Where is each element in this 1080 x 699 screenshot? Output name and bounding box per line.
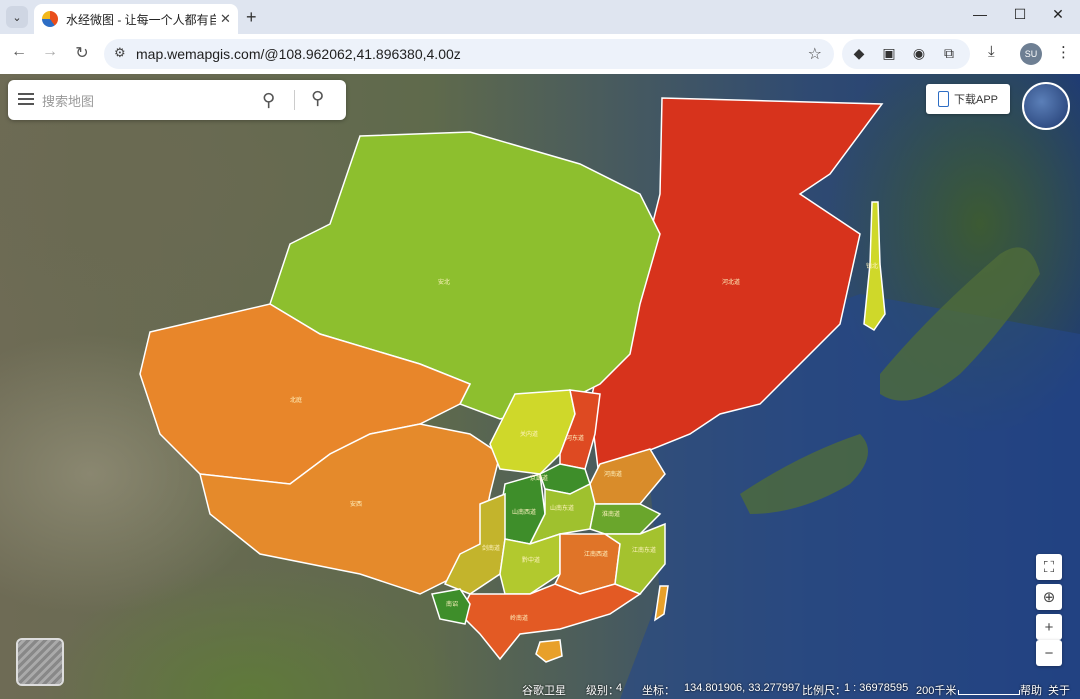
hamburger-menu-icon[interactable] xyxy=(18,91,34,105)
tab-active[interactable]: 水经微图 - 让每一个人都有自己 ✕ xyxy=(34,4,238,34)
label-hedong: 河东道 xyxy=(566,434,584,442)
coord-label: 坐标： xyxy=(642,685,675,697)
phone-icon xyxy=(937,91,949,107)
label-henan: 河南道 xyxy=(604,470,622,478)
scale-bar xyxy=(958,690,1020,695)
tab-bar: ⌄ 水经微图 - 让每一个人都有自己 ✕ + — ☐ ✕ xyxy=(0,0,1080,34)
map-search-box: ⚲ ⚲ xyxy=(8,80,346,120)
search-input[interactable] xyxy=(40,90,254,112)
back-icon[interactable]: ← xyxy=(8,43,30,61)
label-jiannan: 剑南道 xyxy=(482,544,500,552)
about-link[interactable]: 关于 xyxy=(1048,682,1070,698)
tab-search-dropdown-icon[interactable]: ⌄ xyxy=(6,6,28,28)
profile-avatar[interactable]: SU xyxy=(1020,43,1042,65)
extension-mask-icon[interactable]: ▣ xyxy=(880,45,898,63)
download-app-button[interactable]: 下载APP xyxy=(926,84,1010,114)
layer-switcher-thumbnail[interactable] xyxy=(16,638,64,686)
screenshot-icon[interactable]: ⛶ xyxy=(1036,554,1062,580)
bookmark-star-icon[interactable]: ☆ xyxy=(808,44,822,64)
minimize-icon[interactable]: — xyxy=(970,6,990,22)
scale-bar-label: 200千米 xyxy=(916,685,957,697)
new-tab-icon[interactable]: + xyxy=(246,7,257,28)
region-hainan[interactable] xyxy=(535,639,563,663)
scale-value: 1 : 36978595 xyxy=(844,682,909,694)
search-icon[interactable]: ⚲ xyxy=(262,90,275,111)
close-window-icon[interactable]: ✕ xyxy=(1048,6,1068,23)
label-qianzhong: 黔中道 xyxy=(522,556,540,564)
tab-title: 水经微图 - 让每一个人都有自己 xyxy=(66,12,216,27)
globe-view-button[interactable] xyxy=(1022,82,1070,130)
zoom-in-button[interactable]: + xyxy=(1036,614,1062,640)
extensions-group: ◆ ▣ ◉ ⧉ xyxy=(842,39,970,69)
extension-cube-icon[interactable]: ◆ xyxy=(850,45,868,63)
scale-label: 比例尺： xyxy=(802,685,846,697)
layer-name: 谷歌卫星 xyxy=(522,685,566,697)
label-shannanxi: 山南西道 xyxy=(512,508,536,516)
forward-icon[interactable]: → xyxy=(39,43,61,61)
label-zhenbei: 镇北 xyxy=(866,262,878,270)
map-canvas[interactable]: 安北 河北道 镇北 北庭 安西 关内道 河东道 京畿道 河南道 山南西道 山南东… xyxy=(0,74,1080,699)
location-pin-icon[interactable]: ⚲ xyxy=(311,88,324,109)
download-icon[interactable]: ⤓ xyxy=(988,43,995,60)
reload-icon[interactable]: ↻ xyxy=(71,43,93,63)
site-favicon-icon xyxy=(42,11,58,27)
level-value: 4 xyxy=(616,682,623,694)
maximize-icon[interactable]: ☐ xyxy=(1010,6,1030,23)
label-jingji: 京畿道 xyxy=(530,474,548,482)
label-beiting: 北庭 xyxy=(290,396,302,404)
map-regions: 安北 河北道 镇北 北庭 安西 关内道 河东道 京畿道 河南道 山南西道 山南东… xyxy=(139,97,1080,699)
site-info-icon[interactable]: ⚙ xyxy=(114,45,126,61)
label-hebei: 河北道 xyxy=(722,278,740,286)
label-jiangnanxi: 江南西道 xyxy=(584,550,608,558)
more-menu-icon[interactable]: ⋮ xyxy=(1056,43,1071,61)
download-app-label: 下载APP xyxy=(953,94,998,106)
url-text[interactable]: map.wemapgis.com/@108.962062,41.896380,4… xyxy=(136,46,461,62)
help-link[interactable]: 帮助 xyxy=(1020,682,1042,698)
locate-icon[interactable]: ⊕ xyxy=(1036,584,1062,610)
extensions-puzzle-icon[interactable]: ⧉ xyxy=(940,45,958,63)
label-jiangnandong: 江南东道 xyxy=(632,546,656,554)
label-shannandong: 山南东道 xyxy=(550,504,574,512)
label-nanzhao: 南诏 xyxy=(446,600,458,608)
tab-close-icon[interactable]: ✕ xyxy=(220,11,231,27)
browser-toolbar: ← → ↻ ⚙ map.wemapgis.com/@108.962062,41.… xyxy=(0,34,1080,74)
search-divider xyxy=(294,90,295,110)
camera-icon[interactable]: ◉ xyxy=(910,45,928,63)
coord-value: 134.801906, 33.277997 xyxy=(684,682,801,694)
label-huainan: 淮南道 xyxy=(602,510,620,518)
label-guannei: 关内道 xyxy=(520,430,538,438)
zoom-out-button[interactable]: − xyxy=(1036,640,1062,666)
address-bar[interactable]: ⚙ map.wemapgis.com/@108.962062,41.896380… xyxy=(104,39,834,69)
label-anxi: 安西 xyxy=(350,500,362,508)
label-anbei: 安北 xyxy=(438,278,450,286)
level-label: 级别： xyxy=(586,685,619,697)
label-lingnan: 岭南道 xyxy=(510,614,528,622)
